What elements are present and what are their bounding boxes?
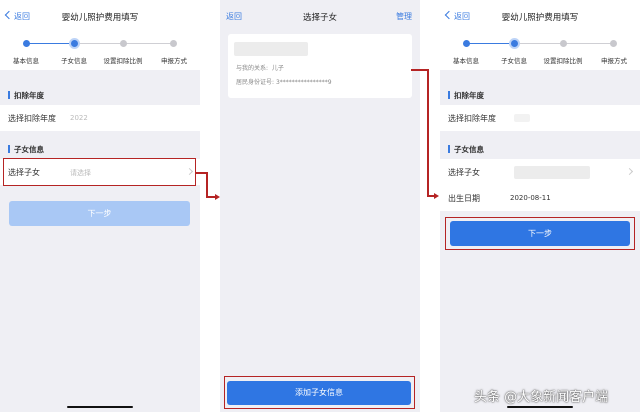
step-label-4: 申报方式 <box>601 57 627 65</box>
child-name-redacted <box>514 166 590 179</box>
step-label-1: 基本信息 <box>453 57 479 65</box>
step-dot-2 <box>509 38 520 49</box>
screen-fill-form-step2: 返回 婴幼儿照护费用填写 基本信息 子女信息 设置扣除比例 申报方式 扣除年度 … <box>440 0 640 412</box>
section-marker <box>448 91 450 99</box>
section-title: 扣除年度 <box>454 91 484 100</box>
home-indicator <box>507 406 573 408</box>
screen-select-child: 返回 选择子女 管理 与我的关系: 儿子 居民身份证号: 3**********… <box>220 0 420 412</box>
next-button[interactable]: 下一步 <box>9 201 190 226</box>
highlight-box <box>3 158 196 186</box>
nav-bar: 返回 婴幼儿照护费用填写 <box>440 0 640 34</box>
row-label: 出生日期 <box>448 194 480 203</box>
step-label-3: 设置扣除比例 <box>543 57 583 65</box>
section-title: 子女信息 <box>454 145 484 154</box>
child-name-redacted <box>234 42 308 56</box>
id-label: 居民身份证号: <box>236 79 275 86</box>
step-dot-3 <box>560 40 567 47</box>
birth-date-value: 2020-08-11 <box>510 194 551 202</box>
highlight-box <box>224 376 415 409</box>
section-marker <box>8 91 10 99</box>
manage-button[interactable]: 管理 <box>396 11 412 22</box>
relation-value: 儿子 <box>271 65 284 72</box>
step-label-2: 子女信息 <box>501 57 527 65</box>
relation-text: 与我的关系: 儿子 <box>236 63 284 72</box>
year-value-redacted <box>514 114 530 122</box>
screen-fill-form-step1: 返回 婴幼儿照护费用填写 基本信息 子女信息 设置扣除比例 申报方式 扣除年度 … <box>0 0 200 412</box>
year-value: 2022 <box>70 114 88 122</box>
year-select-row[interactable]: 选择扣除年度 2022 <box>0 105 200 131</box>
watermark: 头条 @大象新闻客户端 <box>474 390 609 405</box>
home-indicator <box>67 406 133 408</box>
page-title: 婴幼儿照护费用填写 <box>501 13 579 23</box>
step-label-3: 设置扣除比例 <box>103 57 143 65</box>
section-title: 子女信息 <box>14 145 44 154</box>
section-deduction-year: 扣除年度 <box>440 84 640 106</box>
page-title: 婴幼儿照护费用填写 <box>61 13 139 23</box>
connector-line <box>206 172 208 197</box>
child-card[interactable]: 与我的关系: 儿子 居民身份证号: 3****************9 <box>228 34 412 98</box>
nav-bar: 返回 婴幼儿照护费用填写 <box>0 0 200 34</box>
highlight-box <box>445 217 635 250</box>
connector-line <box>411 69 428 71</box>
step-dot-3 <box>120 40 127 47</box>
step-indicator: 基本信息 子女信息 设置扣除比例 申报方式 <box>440 34 640 70</box>
section-title: 扣除年度 <box>14 91 44 100</box>
connector-line <box>427 69 429 196</box>
step-label-1: 基本信息 <box>13 57 39 65</box>
step-label-2: 子女信息 <box>61 57 87 65</box>
section-marker <box>448 145 450 153</box>
row-label: 选择扣除年度 <box>8 114 56 123</box>
arrow-right-icon <box>434 193 439 199</box>
nav-bar: 返回 选择子女 管理 <box>220 0 420 34</box>
step-dot-1 <box>463 40 470 47</box>
step-dot-2 <box>69 38 80 49</box>
child-select-row[interactable]: 选择子女 <box>440 159 640 185</box>
year-select-row[interactable]: 选择扣除年度 <box>440 105 640 131</box>
row-label: 选择子女 <box>448 168 480 177</box>
id-value: 3****************9 <box>275 79 332 86</box>
page-title: 选择子女 <box>302 13 337 23</box>
step-dot-4 <box>610 40 617 47</box>
section-marker <box>8 145 10 153</box>
step-dot-4 <box>170 40 177 47</box>
section-child-info: 子女信息 <box>440 138 640 160</box>
birth-date-row: 出生日期 2020-08-11 <box>440 185 640 211</box>
step-dot-1 <box>23 40 30 47</box>
id-text: 居民身份证号: 3****************9 <box>236 77 332 86</box>
row-label: 选择扣除年度 <box>448 114 496 123</box>
section-child-info: 子女信息 <box>0 138 200 160</box>
section-deduction-year: 扣除年度 <box>0 84 200 106</box>
relation-label: 与我的关系: <box>236 65 269 72</box>
step-label-4: 申报方式 <box>161 57 187 65</box>
step-indicator: 基本信息 子女信息 设置扣除比例 申报方式 <box>0 34 200 70</box>
chevron-right-icon <box>625 167 634 176</box>
